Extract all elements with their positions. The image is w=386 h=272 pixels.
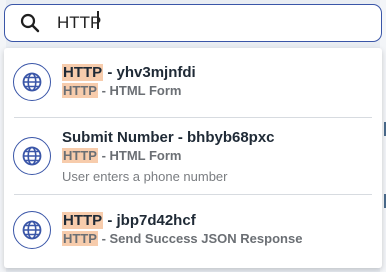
- divider: [14, 194, 372, 195]
- match-highlight: HTTP: [62, 83, 98, 98]
- globe-icon: [13, 137, 51, 175]
- result-item[interactable]: HTTP - jbp7d42hcf HTTP - Send Success JS…: [4, 206, 382, 254]
- result-item[interactable]: Submit Number - bhbyb68pxc HTTP - HTML F…: [4, 124, 382, 188]
- globe-icon: [13, 211, 51, 249]
- search-results-dropdown: HTTP - yhv3mjnfdi HTTP - HTML Form Submi…: [4, 48, 382, 268]
- result-subtitle: HTTP - HTML Form: [62, 147, 275, 165]
- match-highlight: HTTP: [62, 231, 98, 246]
- search-bar[interactable]: [4, 4, 382, 42]
- globe-icon: [13, 63, 51, 101]
- result-title-rest: - yhv3mjnfdi: [103, 64, 196, 81]
- result-title: HTTP - jbp7d42hcf: [62, 212, 302, 230]
- search-input[interactable]: [57, 13, 357, 33]
- result-subtitle: HTTP - HTML Form: [62, 82, 196, 100]
- result-title-rest: - jbp7d42hcf: [103, 212, 196, 229]
- divider: [14, 117, 372, 118]
- result-title: Submit Number - bhbyb68pxc: [62, 129, 275, 146]
- result-subtitle-rest: - HTML Form: [97, 148, 182, 163]
- match-highlight: HTTP: [62, 148, 98, 163]
- result-subtitle-rest: - HTML Form: [97, 83, 182, 98]
- result-subtitle: HTTP - Send Success JSON Response: [62, 230, 302, 248]
- text-caret: [97, 11, 99, 29]
- match-highlight: HTTP: [62, 64, 104, 81]
- result-description: User enters a phone number: [62, 169, 228, 184]
- result-title: HTTP - yhv3mjnfdi: [62, 64, 196, 82]
- result-item[interactable]: HTTP - yhv3mjnfdi HTTP - HTML Form: [4, 58, 382, 106]
- match-highlight: HTTP: [62, 212, 104, 229]
- search-icon: [19, 12, 41, 34]
- result-subtitle-rest: - Send Success JSON Response: [97, 231, 303, 246]
